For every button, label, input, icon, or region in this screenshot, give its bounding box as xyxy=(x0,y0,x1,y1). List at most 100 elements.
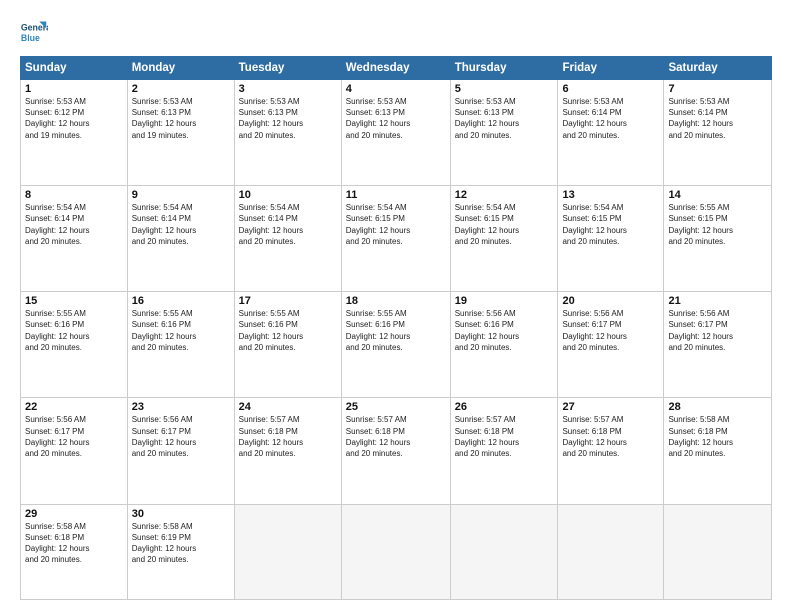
day-info: Sunrise: 5:53 AM Sunset: 6:12 PM Dayligh… xyxy=(25,96,123,141)
col-header-friday: Friday xyxy=(558,57,664,80)
day-number: 11 xyxy=(346,189,446,201)
day-info: Sunrise: 5:53 AM Sunset: 6:14 PM Dayligh… xyxy=(562,96,659,141)
col-header-thursday: Thursday xyxy=(450,57,558,80)
day-cell: 29Sunrise: 5:58 AM Sunset: 6:18 PM Dayli… xyxy=(21,504,128,600)
day-info: Sunrise: 5:54 AM Sunset: 6:14 PM Dayligh… xyxy=(25,202,123,247)
day-cell: 27Sunrise: 5:57 AM Sunset: 6:18 PM Dayli… xyxy=(558,398,664,504)
day-info: Sunrise: 5:56 AM Sunset: 6:17 PM Dayligh… xyxy=(668,308,767,353)
day-number: 8 xyxy=(25,189,123,201)
day-number: 22 xyxy=(25,401,123,413)
header-row: SundayMondayTuesdayWednesdayThursdayFrid… xyxy=(21,57,772,80)
day-number: 9 xyxy=(132,189,230,201)
day-info: Sunrise: 5:55 AM Sunset: 6:16 PM Dayligh… xyxy=(25,308,123,353)
day-info: Sunrise: 5:53 AM Sunset: 6:13 PM Dayligh… xyxy=(239,96,337,141)
day-cell xyxy=(664,504,772,600)
col-header-saturday: Saturday xyxy=(664,57,772,80)
day-info: Sunrise: 5:54 AM Sunset: 6:14 PM Dayligh… xyxy=(239,202,337,247)
day-info: Sunrise: 5:55 AM Sunset: 6:16 PM Dayligh… xyxy=(239,308,337,353)
day-number: 4 xyxy=(346,83,446,95)
day-info: Sunrise: 5:58 AM Sunset: 6:18 PM Dayligh… xyxy=(668,414,767,459)
day-info: Sunrise: 5:53 AM Sunset: 6:13 PM Dayligh… xyxy=(455,96,554,141)
day-number: 27 xyxy=(562,401,659,413)
calendar-page: General Blue SundayMondayTuesdayWednesda… xyxy=(0,0,792,612)
day-cell: 15Sunrise: 5:55 AM Sunset: 6:16 PM Dayli… xyxy=(21,292,128,398)
col-header-wednesday: Wednesday xyxy=(341,57,450,80)
day-number: 20 xyxy=(562,295,659,307)
day-cell: 1Sunrise: 5:53 AM Sunset: 6:12 PM Daylig… xyxy=(21,80,128,186)
day-number: 30 xyxy=(132,508,230,520)
day-info: Sunrise: 5:55 AM Sunset: 6:16 PM Dayligh… xyxy=(346,308,446,353)
day-cell: 28Sunrise: 5:58 AM Sunset: 6:18 PM Dayli… xyxy=(664,398,772,504)
day-cell: 8Sunrise: 5:54 AM Sunset: 6:14 PM Daylig… xyxy=(21,186,128,292)
day-cell: 24Sunrise: 5:57 AM Sunset: 6:18 PM Dayli… xyxy=(234,398,341,504)
day-number: 16 xyxy=(132,295,230,307)
day-info: Sunrise: 5:54 AM Sunset: 6:15 PM Dayligh… xyxy=(346,202,446,247)
day-cell xyxy=(234,504,341,600)
week-row-3: 15Sunrise: 5:55 AM Sunset: 6:16 PM Dayli… xyxy=(21,292,772,398)
day-cell: 25Sunrise: 5:57 AM Sunset: 6:18 PM Dayli… xyxy=(341,398,450,504)
day-number: 29 xyxy=(25,508,123,520)
day-cell: 18Sunrise: 5:55 AM Sunset: 6:16 PM Dayli… xyxy=(341,292,450,398)
day-info: Sunrise: 5:54 AM Sunset: 6:15 PM Dayligh… xyxy=(455,202,554,247)
day-number: 1 xyxy=(25,83,123,95)
day-cell: 6Sunrise: 5:53 AM Sunset: 6:14 PM Daylig… xyxy=(558,80,664,186)
col-header-sunday: Sunday xyxy=(21,57,128,80)
day-number: 12 xyxy=(455,189,554,201)
svg-text:Blue: Blue xyxy=(21,33,40,43)
week-row-2: 8Sunrise: 5:54 AM Sunset: 6:14 PM Daylig… xyxy=(21,186,772,292)
day-cell xyxy=(450,504,558,600)
day-cell: 20Sunrise: 5:56 AM Sunset: 6:17 PM Dayli… xyxy=(558,292,664,398)
day-number: 23 xyxy=(132,401,230,413)
day-info: Sunrise: 5:56 AM Sunset: 6:17 PM Dayligh… xyxy=(25,414,123,459)
day-cell: 10Sunrise: 5:54 AM Sunset: 6:14 PM Dayli… xyxy=(234,186,341,292)
day-info: Sunrise: 5:55 AM Sunset: 6:16 PM Dayligh… xyxy=(132,308,230,353)
day-number: 18 xyxy=(346,295,446,307)
day-cell: 11Sunrise: 5:54 AM Sunset: 6:15 PM Dayli… xyxy=(341,186,450,292)
day-number: 2 xyxy=(132,83,230,95)
day-number: 17 xyxy=(239,295,337,307)
day-cell: 17Sunrise: 5:55 AM Sunset: 6:16 PM Dayli… xyxy=(234,292,341,398)
day-number: 15 xyxy=(25,295,123,307)
day-number: 13 xyxy=(562,189,659,201)
day-number: 14 xyxy=(668,189,767,201)
day-cell: 4Sunrise: 5:53 AM Sunset: 6:13 PM Daylig… xyxy=(341,80,450,186)
week-row-1: 1Sunrise: 5:53 AM Sunset: 6:12 PM Daylig… xyxy=(21,80,772,186)
col-header-tuesday: Tuesday xyxy=(234,57,341,80)
day-cell: 5Sunrise: 5:53 AM Sunset: 6:13 PM Daylig… xyxy=(450,80,558,186)
day-cell xyxy=(558,504,664,600)
logo-icon: General Blue xyxy=(20,18,48,46)
day-number: 7 xyxy=(668,83,767,95)
day-cell: 13Sunrise: 5:54 AM Sunset: 6:15 PM Dayli… xyxy=(558,186,664,292)
day-cell: 22Sunrise: 5:56 AM Sunset: 6:17 PM Dayli… xyxy=(21,398,128,504)
week-row-4: 22Sunrise: 5:56 AM Sunset: 6:17 PM Dayli… xyxy=(21,398,772,504)
day-number: 5 xyxy=(455,83,554,95)
day-info: Sunrise: 5:55 AM Sunset: 6:15 PM Dayligh… xyxy=(668,202,767,247)
day-info: Sunrise: 5:53 AM Sunset: 6:13 PM Dayligh… xyxy=(346,96,446,141)
day-cell: 19Sunrise: 5:56 AM Sunset: 6:16 PM Dayli… xyxy=(450,292,558,398)
day-cell xyxy=(341,504,450,600)
day-cell: 14Sunrise: 5:55 AM Sunset: 6:15 PM Dayli… xyxy=(664,186,772,292)
logo: General Blue xyxy=(20,18,52,46)
day-info: Sunrise: 5:54 AM Sunset: 6:15 PM Dayligh… xyxy=(562,202,659,247)
day-info: Sunrise: 5:57 AM Sunset: 6:18 PM Dayligh… xyxy=(346,414,446,459)
day-cell: 3Sunrise: 5:53 AM Sunset: 6:13 PM Daylig… xyxy=(234,80,341,186)
day-info: Sunrise: 5:57 AM Sunset: 6:18 PM Dayligh… xyxy=(455,414,554,459)
day-cell: 7Sunrise: 5:53 AM Sunset: 6:14 PM Daylig… xyxy=(664,80,772,186)
day-number: 26 xyxy=(455,401,554,413)
day-info: Sunrise: 5:54 AM Sunset: 6:14 PM Dayligh… xyxy=(132,202,230,247)
day-number: 24 xyxy=(239,401,337,413)
day-info: Sunrise: 5:56 AM Sunset: 6:17 PM Dayligh… xyxy=(132,414,230,459)
day-cell: 12Sunrise: 5:54 AM Sunset: 6:15 PM Dayli… xyxy=(450,186,558,292)
day-info: Sunrise: 5:58 AM Sunset: 6:19 PM Dayligh… xyxy=(132,521,230,566)
day-number: 6 xyxy=(562,83,659,95)
day-info: Sunrise: 5:56 AM Sunset: 6:16 PM Dayligh… xyxy=(455,308,554,353)
day-cell: 30Sunrise: 5:58 AM Sunset: 6:19 PM Dayli… xyxy=(127,504,234,600)
day-cell: 2Sunrise: 5:53 AM Sunset: 6:13 PM Daylig… xyxy=(127,80,234,186)
day-number: 21 xyxy=(668,295,767,307)
week-row-5: 29Sunrise: 5:58 AM Sunset: 6:18 PM Dayli… xyxy=(21,504,772,600)
day-info: Sunrise: 5:57 AM Sunset: 6:18 PM Dayligh… xyxy=(239,414,337,459)
day-info: Sunrise: 5:58 AM Sunset: 6:18 PM Dayligh… xyxy=(25,521,123,566)
day-info: Sunrise: 5:53 AM Sunset: 6:14 PM Dayligh… xyxy=(668,96,767,141)
day-number: 10 xyxy=(239,189,337,201)
day-number: 25 xyxy=(346,401,446,413)
